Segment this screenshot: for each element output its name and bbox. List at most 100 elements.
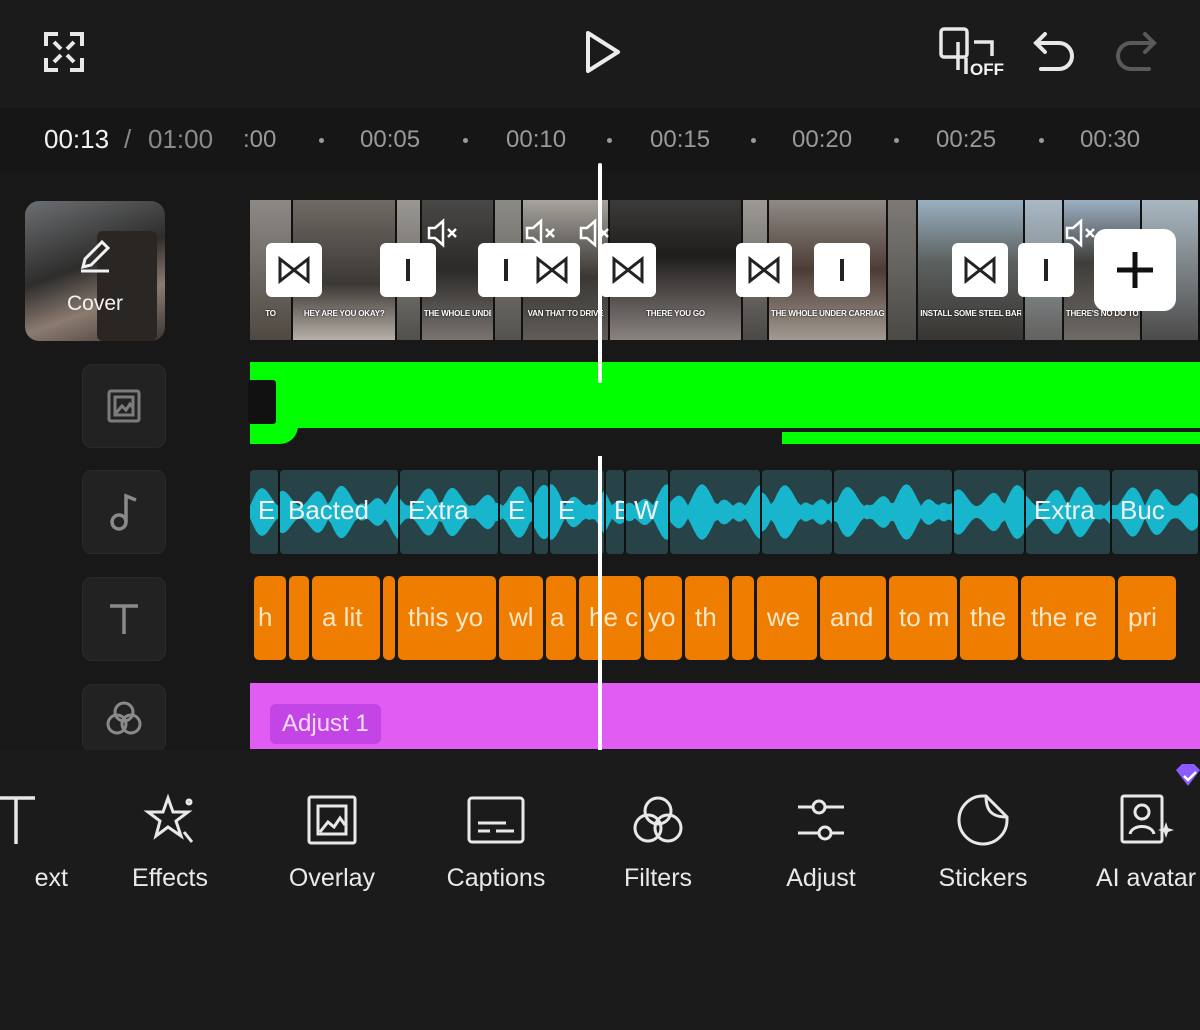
- audio-track[interactable]: EBactedExtraEEEWExtraBuc: [250, 470, 1200, 554]
- add-clip-button[interactable]: [1094, 229, 1176, 311]
- transition-icon: [278, 256, 310, 284]
- effects-track-button[interactable]: [82, 684, 166, 752]
- audio-clip-label: Buc: [1120, 495, 1165, 525]
- transition-button[interactable]: [952, 243, 1008, 297]
- text-clip[interactable]: th: [685, 576, 729, 660]
- audio-clip[interactable]: Bacted: [280, 470, 400, 554]
- audio-clip[interactable]: E: [606, 470, 626, 554]
- transition-button[interactable]: [1018, 243, 1074, 297]
- text-clip[interactable]: the re: [1021, 576, 1115, 660]
- audio-clip[interactable]: [670, 470, 762, 554]
- undo-icon[interactable]: [1030, 28, 1078, 76]
- tool-stickers[interactable]: Stickers: [903, 790, 1063, 893]
- mute-icon: [1065, 218, 1095, 248]
- text-clip[interactable]: the: [960, 576, 1018, 660]
- overlay-clip-handle[interactable]: [248, 380, 276, 424]
- text-track-button[interactable]: [82, 577, 166, 661]
- audio-clip-label: E: [508, 495, 526, 525]
- ruler-dot: [463, 138, 468, 143]
- tool-captions[interactable]: Captions: [416, 790, 576, 893]
- transition-icon: [748, 256, 780, 284]
- tool-adjust[interactable]: Adjust: [741, 790, 901, 893]
- overlay-subtrack[interactable]: [250, 426, 1200, 444]
- text-clip[interactable]: [732, 576, 754, 660]
- text-clip[interactable]: h: [254, 576, 286, 660]
- transition-icon: [612, 256, 644, 284]
- cover-label: Cover: [66, 292, 124, 315]
- transition-button[interactable]: [600, 243, 656, 297]
- tool-overlay[interactable]: Overlay: [252, 790, 412, 893]
- text-clip-label: the re: [1031, 602, 1098, 632]
- text-clip[interactable]: to m: [889, 576, 957, 660]
- text-clip-label: and: [830, 602, 874, 632]
- text-clip[interactable]: a: [546, 576, 576, 660]
- ruler-dot: [1039, 138, 1044, 143]
- transition-none-icon: [840, 259, 844, 281]
- audio-clip[interactable]: [834, 470, 954, 554]
- audio-waveform: [834, 484, 952, 540]
- tool-filters[interactable]: Filters: [578, 790, 738, 893]
- audio-clip[interactable]: [954, 470, 1026, 554]
- overlay-clip[interactable]: [250, 362, 1200, 428]
- adjust-clip[interactable]: [250, 683, 1200, 749]
- tool-effects[interactable]: Effects: [90, 790, 250, 893]
- transition-button[interactable]: [380, 243, 436, 297]
- transition-button[interactable]: [814, 243, 870, 297]
- adjust-icon: [798, 799, 844, 841]
- ruler-tick: 00:05: [360, 126, 421, 153]
- audio-track-button[interactable]: [82, 470, 166, 554]
- mute-icon: [427, 218, 457, 248]
- text-clip-label: we: [767, 602, 801, 632]
- text-track[interactable]: h a lit this yo wl a he c yo th we and to m the the …: [250, 576, 1200, 660]
- text-clip[interactable]: we: [757, 576, 817, 660]
- text-clip[interactable]: pri: [1118, 576, 1176, 660]
- ruler-tick: 00:25: [936, 126, 997, 153]
- text-clip[interactable]: [383, 576, 395, 660]
- transition-button[interactable]: [266, 243, 322, 297]
- text-clip[interactable]: he c: [579, 576, 641, 660]
- text-icon: [0, 796, 35, 844]
- audio-waveform: [534, 484, 548, 540]
- audio-clip[interactable]: [762, 470, 834, 554]
- audio-clip[interactable]: E: [250, 470, 280, 554]
- ruler-tick: 00:30: [1080, 126, 1141, 153]
- playhead[interactable]: [598, 163, 602, 383]
- ai-avatar-icon: [1120, 794, 1174, 844]
- transition-none-icon: [406, 259, 410, 281]
- text-clip[interactable]: this yo: [398, 576, 496, 660]
- tool-ai-avatar[interactable]: AI avatar: [1066, 790, 1200, 893]
- text-clip[interactable]: and: [820, 576, 886, 660]
- audio-clip[interactable]: Extra: [1026, 470, 1112, 554]
- audio-clip[interactable]: E: [500, 470, 534, 554]
- text-clip[interactable]: a lit: [312, 576, 380, 660]
- audio-clip[interactable]: Extra: [400, 470, 500, 554]
- text-clip-label: to m: [899, 602, 950, 632]
- text-clip-label: pri: [1128, 602, 1157, 632]
- cover-button[interactable]: Cover: [25, 201, 165, 341]
- effects-icon: [143, 793, 194, 843]
- audio-clip[interactable]: Buc: [1112, 470, 1200, 554]
- audio-waveform: [762, 485, 832, 539]
- play-button[interactable]: [576, 26, 628, 78]
- text-clip-label: h: [258, 602, 273, 632]
- text-clip-label: wl: [509, 602, 534, 632]
- transition-button[interactable]: [524, 243, 580, 297]
- current-time: 00:13: [44, 124, 110, 154]
- plus-icon: [1117, 252, 1153, 288]
- adjust-clip-label: Adjust 1: [270, 704, 381, 744]
- overlay-track-button[interactable]: [82, 364, 166, 448]
- audio-clip[interactable]: W: [626, 470, 670, 554]
- redo-icon[interactable]: [1112, 28, 1160, 76]
- text-clip[interactable]: wl: [499, 576, 543, 660]
- video-clip[interactable]: [888, 200, 919, 340]
- main-track-sync-toggle[interactable]: OFF: [936, 26, 1006, 82]
- tool-text[interactable]: ext: [0, 790, 96, 893]
- text-clip-label: a: [550, 602, 565, 632]
- text-clip[interactable]: yo: [644, 576, 682, 660]
- audio-clip-label: Bacted: [288, 495, 369, 525]
- fullscreen-icon[interactable]: [40, 28, 88, 76]
- audio-clip[interactable]: [534, 470, 550, 554]
- text-clip[interactable]: [289, 576, 309, 660]
- transition-button[interactable]: [736, 243, 792, 297]
- sync-off-badge: OFF: [970, 60, 1004, 79]
